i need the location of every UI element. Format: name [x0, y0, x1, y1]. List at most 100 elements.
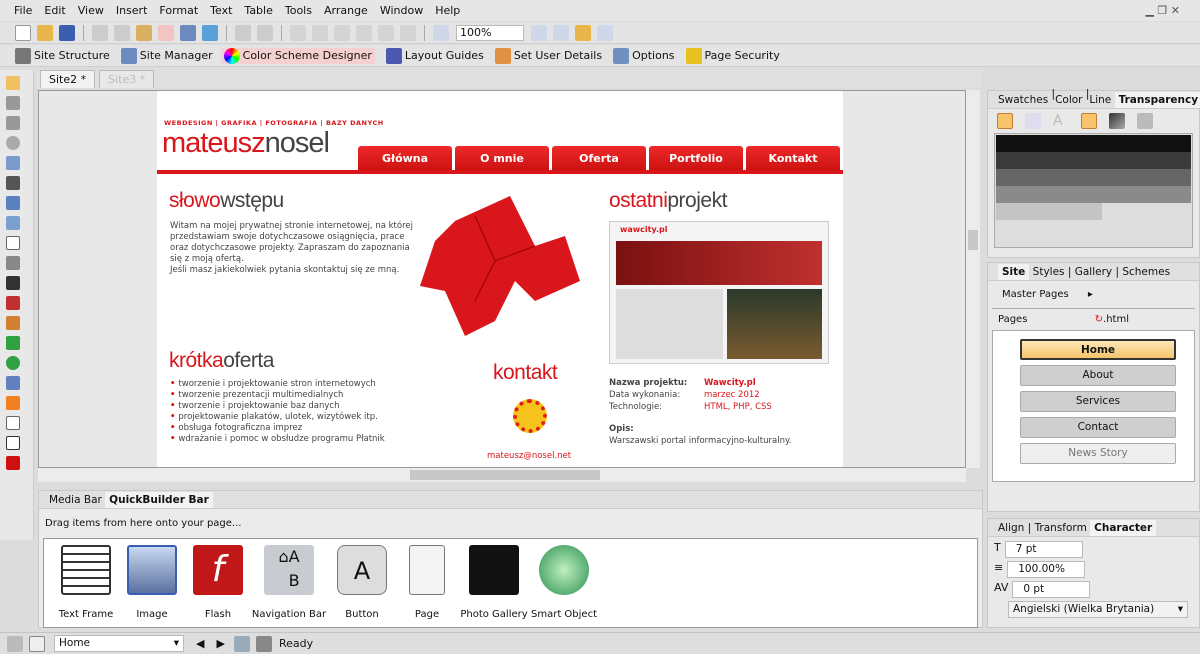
tab-transform[interactable]: Transform [1035, 522, 1087, 534]
page-item-contact[interactable]: Contact [1020, 417, 1176, 438]
master-page-icon[interactable] [29, 635, 45, 652]
site-manager-button[interactable]: Site Manager [118, 47, 213, 64]
menu-file[interactable]: File [14, 4, 32, 17]
bitmap-transparency-icon[interactable] [1137, 113, 1153, 129]
project-thumbnail[interactable]: wawcity.pl [609, 221, 829, 364]
tab-site3[interactable]: Site3 * [99, 70, 155, 88]
menu-edit[interactable]: Edit [44, 4, 65, 17]
text-tool-icon[interactable] [6, 176, 20, 190]
vertical-scrollbar[interactable] [966, 90, 980, 468]
copy-icon[interactable] [114, 24, 130, 41]
tab-line[interactable]: Line [1089, 94, 1111, 106]
page-select[interactable]: Home ▾ [54, 635, 184, 652]
ecommerce-tool-icon[interactable] [6, 336, 20, 350]
nav-kontakt[interactable]: Kontakt [746, 146, 840, 171]
menu-table[interactable]: Table [244, 4, 272, 17]
html-code-tool-icon[interactable] [6, 436, 20, 450]
home-icon[interactable] [7, 635, 23, 652]
gradient-transparency-icon[interactable] [1109, 113, 1125, 129]
page-item-services[interactable]: Services [1020, 391, 1176, 412]
zoom-tool-icon[interactable] [6, 136, 20, 150]
tab-site2[interactable]: Site2 * [40, 70, 96, 88]
paste-icon[interactable] [136, 24, 152, 41]
menu-insert[interactable]: Insert [116, 4, 148, 17]
window-controls[interactable]: ▁ ❐ ✕ [1145, 4, 1180, 17]
qb-smart-object[interactable]: Smart Object [524, 545, 604, 620]
picture-tool-icon[interactable] [6, 216, 20, 230]
color-scheme-button[interactable]: Color Scheme Designer [220, 47, 375, 64]
nav-glowna[interactable]: Główna [358, 146, 452, 171]
next-page-button[interactable]: ▶ [216, 637, 224, 650]
tab-align[interactable]: Align [998, 522, 1024, 534]
tab-character[interactable]: Character [1090, 519, 1157, 536]
set-user-details-button[interactable]: Set User Details [492, 47, 602, 64]
page-item-about[interactable]: About [1020, 365, 1176, 386]
qb-photo-gallery[interactable]: Photo Gallery [454, 545, 534, 620]
tab-color[interactable]: Color [1055, 94, 1082, 106]
pan-hand-icon[interactable] [575, 24, 591, 41]
line-icon[interactable] [1025, 113, 1041, 129]
zoom-icon[interactable] [553, 24, 569, 41]
pen-tool-icon[interactable] [6, 256, 20, 270]
contact-email[interactable]: mateusz@nosel.net [487, 451, 571, 461]
zoom-page-icon[interactable] [597, 24, 613, 41]
smart-object-tool-icon[interactable] [6, 356, 20, 370]
cut-icon[interactable] [92, 24, 108, 41]
language-select[interactable]: Angielski (Wielka Brytania) ▾ [1008, 601, 1188, 618]
html-button[interactable]: ↻.html [1095, 314, 1129, 325]
ungroup-icon[interactable] [400, 24, 416, 41]
tab-gallery[interactable]: Gallery [1075, 266, 1112, 278]
tab-quickbuilder-bar[interactable]: QuickBuilder Bar [105, 491, 213, 508]
tab-media-bar[interactable]: Media Bar [49, 494, 102, 506]
menu-view[interactable]: View [78, 4, 104, 17]
pointer-tool-icon[interactable] [6, 76, 20, 90]
table-tool-icon[interactable] [6, 196, 20, 210]
leading-field[interactable]: 100.00% [1007, 561, 1086, 578]
layout-guides-button[interactable]: Layout Guides [383, 47, 484, 64]
undo-icon[interactable] [235, 24, 251, 41]
menu-text[interactable]: Text [210, 4, 232, 17]
flash-tool-icon[interactable] [6, 296, 20, 310]
hotspot-tool-icon[interactable] [6, 416, 20, 430]
media-tool-icon[interactable] [6, 276, 20, 290]
site-structure-icon[interactable] [255, 635, 272, 652]
zoom-out-icon[interactable] [433, 24, 449, 41]
publish-icon[interactable] [202, 24, 218, 41]
qb-navigation-bar[interactable]: ⌂A B Navigation Bar [249, 545, 329, 620]
tab-swatches[interactable]: Swatches [998, 94, 1048, 106]
menu-help[interactable]: Help [435, 4, 460, 17]
page-item-news-story[interactable]: News Story [1020, 443, 1176, 464]
tab-styles[interactable]: Styles [1033, 266, 1065, 278]
font-size-field[interactable]: 7 pt [1004, 541, 1083, 558]
options-button[interactable]: Options [610, 47, 675, 64]
master-pages-row[interactable]: Master Pages ▸ [992, 281, 1195, 309]
tracking-field[interactable]: 0 pt [1012, 581, 1091, 598]
preview-icon[interactable] [180, 24, 196, 41]
top-links[interactable]: WEBDESIGN | GRAFIKA | FOTOGRAFIA | BAZY … [164, 119, 384, 127]
transparency-swatches[interactable] [994, 133, 1193, 248]
nav-o-mnie[interactable]: O mnie [455, 146, 549, 171]
menu-arrange[interactable]: Arrange [324, 4, 368, 17]
tab-transparency[interactable]: Transparency [1114, 91, 1200, 108]
qb-flash[interactable]: f Flash [178, 545, 258, 620]
menu-window[interactable]: Window [380, 4, 423, 17]
page-canvas[interactable]: WEBDESIGN | GRAFIKA | FOTOGRAFIA | BAZY … [38, 90, 966, 468]
open-icon[interactable] [37, 24, 53, 41]
zoom-select[interactable]: 100% [456, 24, 524, 41]
frame-tool-icon[interactable] [6, 156, 20, 170]
text-color-icon[interactable]: A [1053, 113, 1069, 129]
menu-format[interactable]: Format [159, 4, 198, 17]
page-security-button[interactable]: Page Security [683, 47, 780, 64]
arrange-icon[interactable] [290, 24, 306, 41]
form-tool-icon[interactable] [6, 316, 20, 330]
page-item-home[interactable]: Home [1020, 339, 1176, 360]
site-manager-icon[interactable] [233, 635, 250, 652]
placeholder-tool-icon[interactable] [6, 456, 20, 470]
shape-tool-icon[interactable] [6, 236, 20, 250]
redo-icon[interactable] [257, 24, 273, 41]
nav-oferta[interactable]: Oferta [552, 146, 646, 171]
horizontal-scrollbar[interactable] [38, 468, 966, 482]
crop-tool-icon[interactable] [6, 116, 20, 130]
solid-transparency-icon[interactable] [1081, 113, 1097, 129]
fill-icon[interactable] [997, 113, 1013, 129]
